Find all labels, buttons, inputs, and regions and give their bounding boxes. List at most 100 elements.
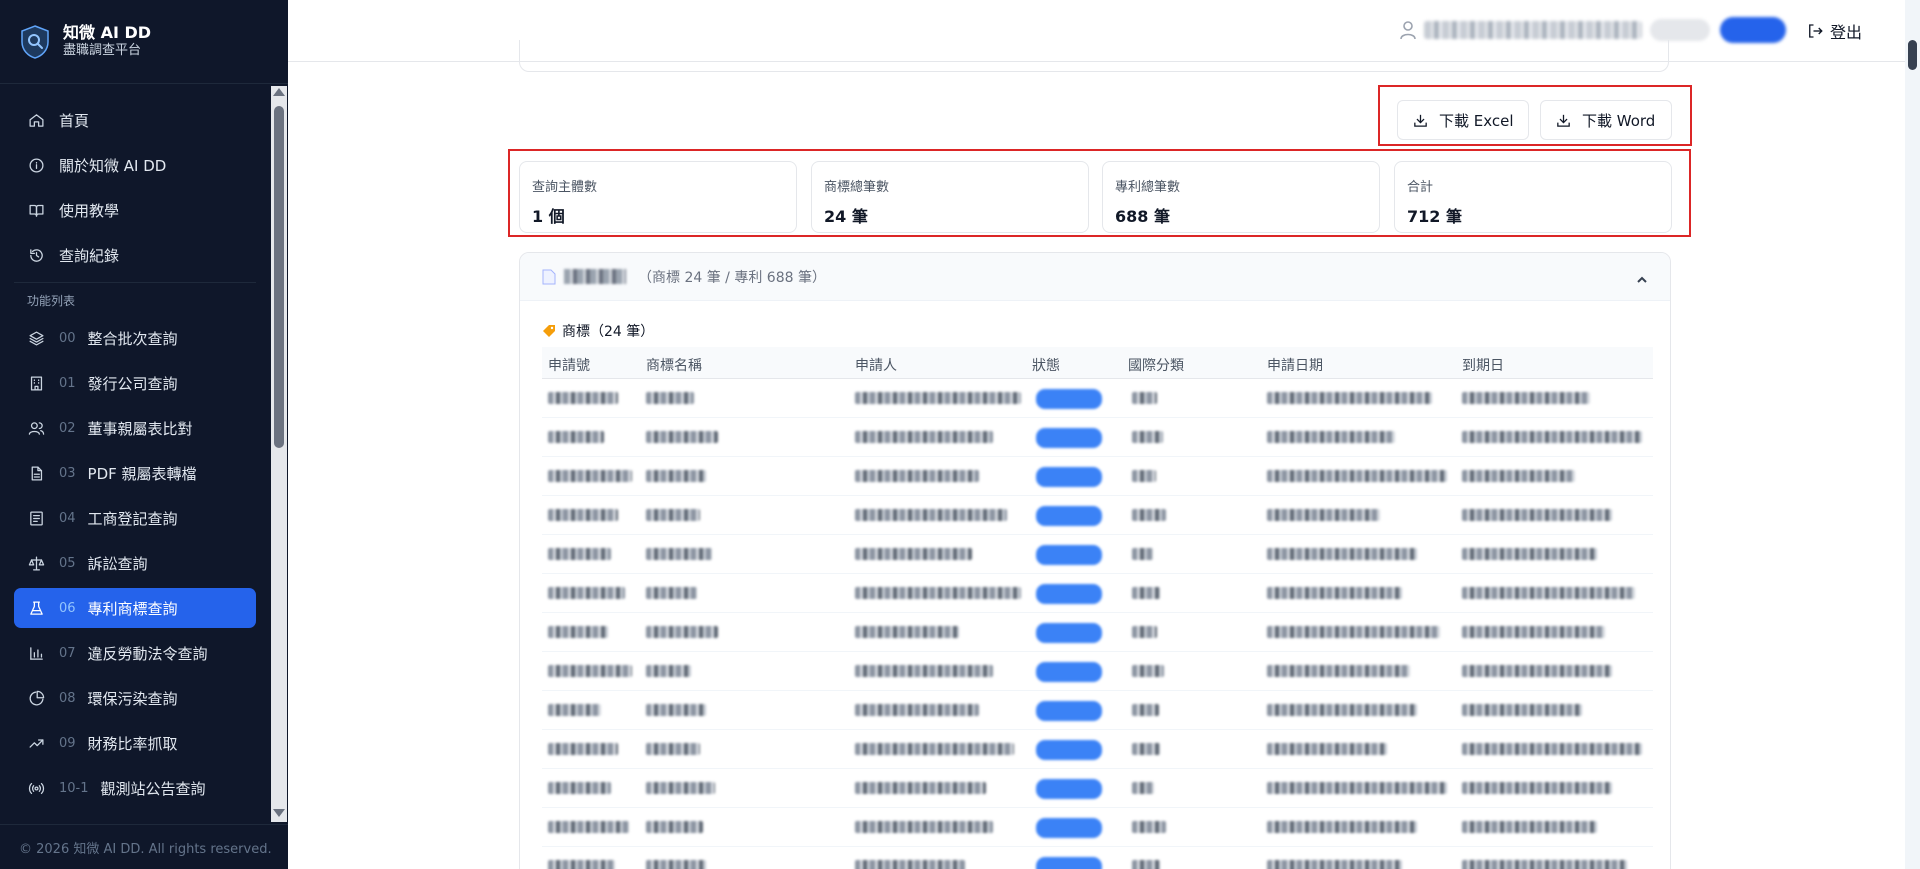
info-icon bbox=[27, 156, 45, 174]
sidebar-item-about[interactable]: 關於知微 AI DD bbox=[14, 145, 256, 185]
user-email-redacted bbox=[1424, 21, 1642, 39]
sidebar-item-home[interactable]: 首頁 bbox=[14, 100, 256, 140]
sidebar-item-issuer-query[interactable]: 01 發行公司查詢 bbox=[14, 363, 256, 403]
status-badge-redacted bbox=[1036, 857, 1102, 869]
column-header: 狀態 bbox=[1032, 358, 1060, 374]
company-name-redacted bbox=[564, 269, 626, 284]
column-header: 商標名稱 bbox=[646, 358, 702, 374]
table-row bbox=[542, 847, 1653, 869]
cell-redacted bbox=[1132, 392, 1157, 404]
cell-redacted bbox=[646, 626, 718, 638]
cell-redacted bbox=[646, 431, 718, 443]
cell-redacted bbox=[1462, 821, 1597, 833]
cell-redacted bbox=[1267, 431, 1395, 443]
book-icon bbox=[27, 201, 45, 219]
logout-icon bbox=[1809, 24, 1823, 38]
history-icon bbox=[27, 246, 45, 264]
stat-value: 24 筆 bbox=[824, 207, 868, 226]
logout-button[interactable]: 登出 bbox=[1806, 19, 1862, 43]
result-card-header[interactable]: （商標 24 筆 / 專利 688 筆） bbox=[520, 253, 1670, 301]
sidebar-item-number: 04 bbox=[59, 510, 76, 526]
download-word-button[interactable]: 下載 Word bbox=[1540, 100, 1672, 140]
cell-redacted bbox=[548, 626, 608, 638]
status-badge-redacted bbox=[1036, 818, 1102, 838]
sidebar-item-financial-ratio[interactable]: 09 財務比率抓取 bbox=[14, 723, 256, 763]
sidebar-item-tutorial[interactable]: 使用教學 bbox=[14, 190, 256, 230]
sidebar-item-number: 01 bbox=[59, 375, 76, 391]
cell-redacted bbox=[1462, 782, 1612, 794]
page-scrollbar-thumb[interactable] bbox=[1908, 40, 1917, 70]
table-row bbox=[542, 652, 1653, 691]
cell-redacted bbox=[1267, 470, 1447, 482]
scroll-down-arrow-icon[interactable] bbox=[273, 809, 285, 817]
sidebar-item-mops-announcement[interactable]: 10-1 觀測站公告查詢 bbox=[14, 768, 256, 808]
sidebar-divider bbox=[14, 282, 256, 283]
sidebar-item-number: 07 bbox=[59, 645, 76, 661]
cell-redacted bbox=[1462, 392, 1590, 404]
cell-redacted bbox=[548, 665, 632, 677]
cell-redacted bbox=[1462, 548, 1597, 560]
cell-redacted bbox=[1132, 626, 1157, 638]
sidebar-item-pdf-convert[interactable]: 03 PDF 親屬表轉檔 bbox=[14, 453, 256, 493]
cell-redacted bbox=[548, 509, 618, 521]
sidebar-item-label: 使用教學 bbox=[59, 201, 120, 220]
sidebar-item-label: 環保污染查詢 bbox=[87, 689, 178, 708]
scroll-up-arrow-icon[interactable] bbox=[273, 88, 285, 96]
cell-redacted bbox=[1267, 509, 1380, 521]
brand[interactable]: 知微 AI DD 盡職調查平台 bbox=[0, 0, 288, 84]
pie-chart-icon bbox=[27, 689, 45, 707]
table-row bbox=[542, 496, 1653, 535]
cell-redacted bbox=[1132, 860, 1160, 869]
cell-redacted bbox=[1462, 470, 1575, 482]
table-body bbox=[542, 379, 1653, 869]
sidebar-scrollbar-thumb[interactable] bbox=[274, 106, 284, 448]
chevron-up-icon[interactable] bbox=[1636, 271, 1648, 283]
cell-redacted bbox=[1267, 860, 1402, 869]
status-badge-redacted bbox=[1036, 428, 1102, 448]
download-icon bbox=[1557, 114, 1570, 127]
status-badge-redacted bbox=[1036, 701, 1102, 721]
column-header: 申請日期 bbox=[1267, 358, 1323, 374]
status-badge-redacted bbox=[1036, 623, 1102, 643]
sidebar-item-history[interactable]: 查詢紀錄 bbox=[14, 235, 256, 275]
cell-redacted bbox=[646, 587, 697, 599]
sidebar-item-batch-query[interactable]: 00 整合批次查詢 bbox=[14, 318, 256, 358]
sidebar-item-label: 專利商標查詢 bbox=[87, 599, 178, 618]
column-header: 申請人 bbox=[855, 358, 897, 374]
table-header: 申請號 商標名稱 申請人 狀態 國際分類 申請日期 到期日 bbox=[542, 347, 1653, 379]
sidebar-item-label: 訴訟查詢 bbox=[87, 554, 148, 573]
sidebar-item-labor-violation[interactable]: 07 違反勞動法令查詢 bbox=[14, 633, 256, 673]
sidebar-item-label: 觀測站公告查詢 bbox=[100, 779, 206, 798]
table-row bbox=[542, 769, 1653, 808]
sidebar-item-registry-query[interactable]: 04 工商登記查詢 bbox=[14, 498, 256, 538]
table-row bbox=[542, 457, 1653, 496]
cell-redacted bbox=[1462, 665, 1612, 677]
sidebar-item-director-compare[interactable]: 02 董事親屬表比對 bbox=[14, 408, 256, 448]
cell-redacted bbox=[855, 431, 993, 443]
trademark-table: 申請號 商標名稱 申請人 狀態 國際分類 申請日期 到期日 bbox=[542, 347, 1653, 869]
sidebar-item-label: 董事親屬表比對 bbox=[87, 419, 193, 438]
page-scrollbar[interactable] bbox=[1905, 0, 1920, 869]
user-icon bbox=[1400, 21, 1416, 40]
cell-redacted bbox=[855, 587, 1021, 599]
sidebar-item-number: 05 bbox=[59, 555, 76, 571]
status-badge-redacted bbox=[1036, 779, 1102, 799]
stat-value: 1 個 bbox=[532, 207, 565, 226]
cell-redacted bbox=[1132, 548, 1153, 560]
download-word-label: 下載 Word bbox=[1582, 111, 1656, 130]
cell-redacted bbox=[548, 548, 611, 560]
layers-icon bbox=[27, 329, 45, 347]
cell-redacted bbox=[1462, 431, 1642, 443]
sidebar-item-patent-trademark[interactable]: 06 專利商標查詢 bbox=[14, 588, 256, 628]
app-title: 知微 AI DD bbox=[63, 23, 152, 42]
sidebar-item-pollution-query[interactable]: 08 環保污染查詢 bbox=[14, 678, 256, 718]
registry-icon bbox=[27, 509, 45, 527]
download-excel-button[interactable]: 下載 Excel bbox=[1397, 100, 1529, 140]
cell-redacted bbox=[646, 704, 706, 716]
users-icon bbox=[27, 419, 45, 437]
trademark-heading-label: 商標（24 筆） bbox=[562, 324, 655, 340]
stat-card-subjects: 查詢主體數 1 個 bbox=[519, 161, 797, 233]
sidebar-item-litigation-query[interactable]: 05 訴訟查詢 bbox=[14, 543, 256, 583]
stat-label: 商標總筆數 bbox=[824, 180, 890, 195]
stat-label: 查詢主體數 bbox=[532, 180, 598, 195]
